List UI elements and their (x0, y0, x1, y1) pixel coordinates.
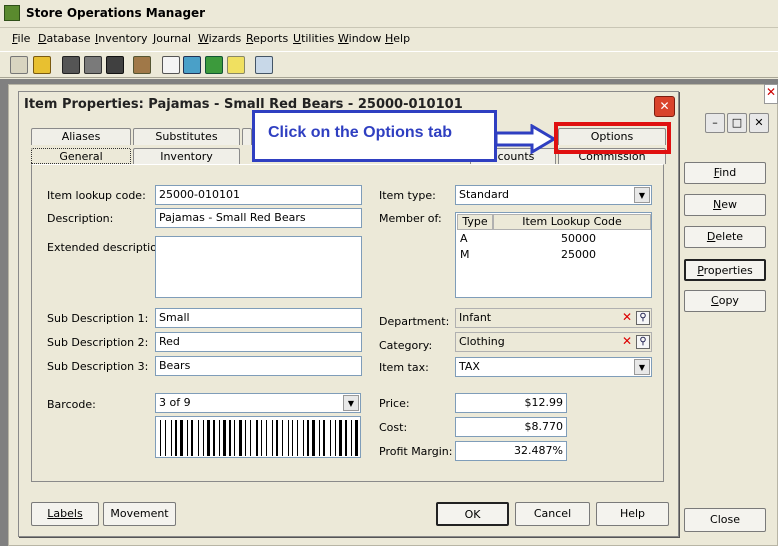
sub-description-3-label: Sub Description 3: (47, 360, 149, 373)
delete-button[interactable]: Delete (684, 226, 766, 248)
price-label: Price: (379, 397, 410, 410)
calculator-icon[interactable] (84, 56, 102, 74)
menu-inventory[interactable]: Inventory (95, 32, 148, 45)
close-icon[interactable]: ✕ (654, 96, 675, 117)
menu-database[interactable]: Database (38, 32, 91, 45)
profit-margin-field[interactable]: 32.487% (455, 441, 567, 461)
barcode-image (155, 416, 361, 458)
chevron-down-icon[interactable]: ▼ (343, 395, 359, 411)
lock-icon[interactable] (33, 56, 51, 74)
column-header-lookup-code[interactable]: Item Lookup Code (493, 214, 651, 230)
minimize-icon[interactable]: – (705, 113, 725, 133)
menu-journal[interactable]: Journal (153, 32, 191, 45)
copy-button[interactable]: Copy (684, 290, 766, 312)
description-field[interactable]: Pajamas - Small Red Bears (155, 208, 362, 228)
price-field[interactable]: $12.99 (455, 393, 567, 413)
ok-button[interactable]: OK (436, 502, 509, 526)
tab-aliases[interactable]: Aliases (31, 128, 131, 145)
menu-file[interactable]: File (12, 32, 30, 45)
sub-description-1-label: Sub Description 1: (47, 312, 149, 325)
help-button[interactable]: Help (596, 502, 669, 526)
box-icon[interactable] (133, 56, 151, 74)
search-icon[interactable]: ⚲ (636, 311, 650, 325)
tag-icon[interactable] (227, 56, 245, 74)
item-tax-select[interactable]: TAX ▼ (455, 357, 652, 377)
item-tax-value: TAX (459, 360, 480, 373)
menu-utilities[interactable]: Utilities (293, 32, 334, 45)
tab-inventory[interactable]: Inventory (133, 148, 240, 164)
toolbar (0, 51, 778, 78)
item-type-value: Standard (459, 188, 510, 201)
sub-description-3-field[interactable]: Bears (155, 356, 362, 376)
member-of-label: Member of: (379, 212, 442, 225)
labels-button[interactable]: Labels (31, 502, 99, 526)
barcode-type-select[interactable]: 3 of 9 ▼ (155, 393, 361, 413)
maximize-icon[interactable]: □ (727, 113, 747, 133)
menu-reports[interactable]: Reports (246, 32, 288, 45)
barcode-graphic (160, 420, 358, 456)
new-button[interactable]: New (684, 194, 766, 216)
menu-window[interactable]: Window (338, 32, 381, 45)
highlight-box (554, 122, 671, 154)
menu-bar: File Database Inventory Journal Wizards … (0, 29, 778, 51)
clear-icon[interactable]: ✕ (620, 311, 634, 325)
edit-icon[interactable] (10, 56, 28, 74)
item-lookup-code-label: Item lookup code: (47, 189, 146, 202)
cost-field[interactable]: $8.770 (455, 417, 567, 437)
member-of-list[interactable]: Type Item Lookup Code A 50000 M 25000 (455, 212, 652, 298)
close-button[interactable]: Close (684, 508, 766, 532)
chevron-down-icon[interactable]: ▼ (634, 359, 650, 375)
users-icon[interactable] (62, 56, 80, 74)
list-item-code[interactable]: 50000 (561, 232, 596, 245)
sub-description-2-field[interactable]: Red (155, 332, 362, 352)
sub-description-1-field[interactable]: Small (155, 308, 362, 328)
profit-margin-label: Profit Margin: (379, 445, 453, 458)
document-icon[interactable] (162, 56, 180, 74)
barcode-type-value: 3 of 9 (159, 396, 191, 409)
arrow-right-icon (494, 124, 557, 154)
item-type-label: Item type: (379, 189, 436, 202)
search-icon[interactable]: ⚲ (636, 335, 650, 349)
extended-description-label: Extended description: (47, 241, 168, 254)
column-header-type[interactable]: Type (457, 214, 493, 230)
report-icon[interactable] (255, 56, 273, 74)
tab-substitutes[interactable]: Substitutes (133, 128, 240, 145)
category-label: Category: (379, 339, 433, 352)
folder-icon[interactable] (205, 56, 223, 74)
app-icon (4, 5, 20, 21)
properties-button[interactable]: Properties (684, 259, 766, 281)
truck-icon[interactable] (106, 56, 124, 74)
find-button[interactable]: Find (684, 162, 766, 184)
close-icon[interactable]: ✕ (749, 113, 769, 133)
list-item-type[interactable]: A (460, 232, 468, 245)
cost-label: Cost: (379, 421, 408, 434)
app-title: Store Operations Manager (26, 6, 206, 20)
list-item-code[interactable]: 25000 (561, 248, 596, 261)
item-type-select[interactable]: Standard ▼ (455, 185, 652, 205)
list-item-type[interactable]: M (460, 248, 470, 261)
department-label: Department: (379, 315, 450, 328)
chevron-down-icon[interactable]: ▼ (634, 187, 650, 203)
cancel-button[interactable]: Cancel (515, 502, 590, 526)
sub-description-2-label: Sub Description 2: (47, 336, 149, 349)
tab-general[interactable]: General (31, 148, 131, 164)
item-lookup-code-field[interactable]: 25000-010101 (155, 185, 362, 205)
menu-help[interactable]: Help (385, 32, 410, 45)
clear-icon[interactable]: ✕ (620, 335, 634, 349)
menu-wizards[interactable]: Wizards (198, 32, 241, 45)
item-tax-label: Item tax: (379, 361, 429, 374)
movement-button[interactable]: Movement (103, 502, 176, 526)
barcode-label: Barcode: (47, 398, 96, 411)
extended-description-field[interactable] (155, 236, 362, 298)
tab-hidden[interactable] (242, 128, 252, 145)
register-icon[interactable] (183, 56, 201, 74)
close-icon[interactable]: ✕ (764, 84, 778, 104)
description-label: Description: (47, 212, 114, 225)
instruction-callout: Click on the Options tab (252, 110, 497, 162)
